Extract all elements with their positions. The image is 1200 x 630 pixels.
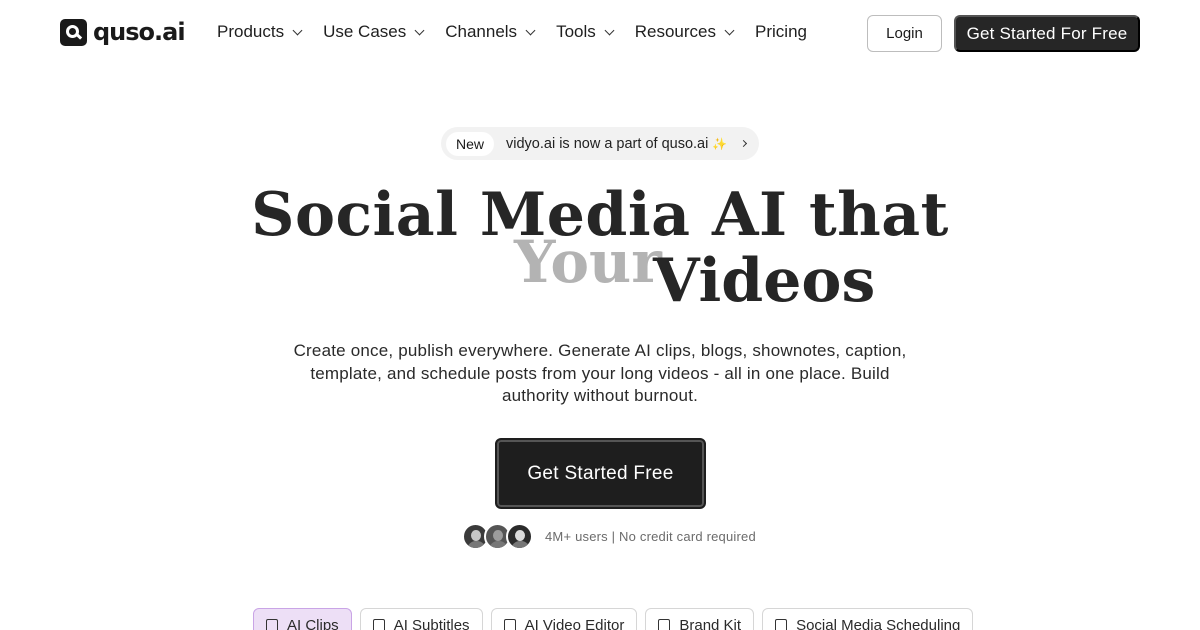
get-started-free-button[interactable]: Get Started Free [495,438,706,509]
new-badge: New [446,131,495,156]
nav-item-use-cases[interactable]: Use Cases [323,22,425,42]
nav-item-resources[interactable]: Resources [634,22,735,42]
tab-ai-clips[interactable]: AI Clips [253,608,352,630]
avatar [506,523,533,550]
nav-item-label: Pricing [755,22,807,41]
tab-label: AI Video Editor [524,617,625,630]
tab-brand-kit[interactable]: Brand Kit [645,608,755,630]
main-menu: Products Use Cases Channels Tools Resour… [217,22,829,42]
announcement-banner[interactable]: New vidyo.ai is now a part of quso.ai ✨ [441,127,759,160]
tab-label: AI Clips [287,617,339,630]
tab-ai-video-editor[interactable]: AI Video Editor [490,608,638,630]
nav-item-label: Channels [445,22,518,41]
quso-logo-icon [60,18,87,46]
chevron-down-icon [724,25,735,35]
chevron-down-icon [292,25,303,35]
wand-icon [503,619,516,630]
tab-label: Brand Kit [679,617,742,630]
nav-item-label: Products [217,22,285,41]
tab-label: Social Media Scheduling [796,617,961,630]
social-proof-text: 4M+ users | No credit card required [545,529,756,544]
top-navbar: quso.ai Products Use Cases Channels Tool… [0,0,1200,68]
hero-headline-end: Videos [653,246,876,316]
tab-label: AI Subtitles [393,617,470,630]
chevron-down-icon [525,25,536,35]
get-started-for-free-button[interactable]: Get Started For Free [954,15,1140,52]
nav-item-products[interactable]: Products [217,22,303,42]
announcement-text: vidyo.ai is now a part of quso.ai [506,135,709,152]
brand-logo[interactable]: quso.ai [60,18,186,46]
tab-social-media-scheduling[interactable]: Social Media Scheduling [762,608,974,630]
calendar-icon [775,619,788,630]
tab-ai-subtitles[interactable]: AI Subtitles [359,608,483,630]
nav-item-pricing[interactable]: Pricing [755,22,807,42]
nav-item-label: Tools [556,22,596,41]
nav-item-label: Use Cases [323,22,407,41]
social-proof: 4M+ users | No credit card required [462,523,756,550]
nav-item-label: Resources [634,22,717,41]
sparkle-icon: ✨ [712,136,728,151]
nav-item-channels[interactable]: Channels [445,22,536,42]
brush-icon [658,619,671,630]
hero-subtitle: Create once, publish everywhere. Generat… [293,341,907,405]
user-avatars [462,523,533,550]
feature-tabs: AI Clips AI Subtitles AI Video Editor Br… [253,608,974,630]
chevron-down-icon [604,25,615,35]
captions-icon [372,619,385,630]
chevron-right-icon [740,139,748,148]
brand-name: quso.ai [93,18,186,46]
nav-item-tools[interactable]: Tools [556,22,615,42]
document-icon [266,619,278,630]
hero-rotating-word: Your [514,228,662,296]
chevron-down-icon [414,25,425,35]
login-button[interactable]: Login [867,15,942,52]
